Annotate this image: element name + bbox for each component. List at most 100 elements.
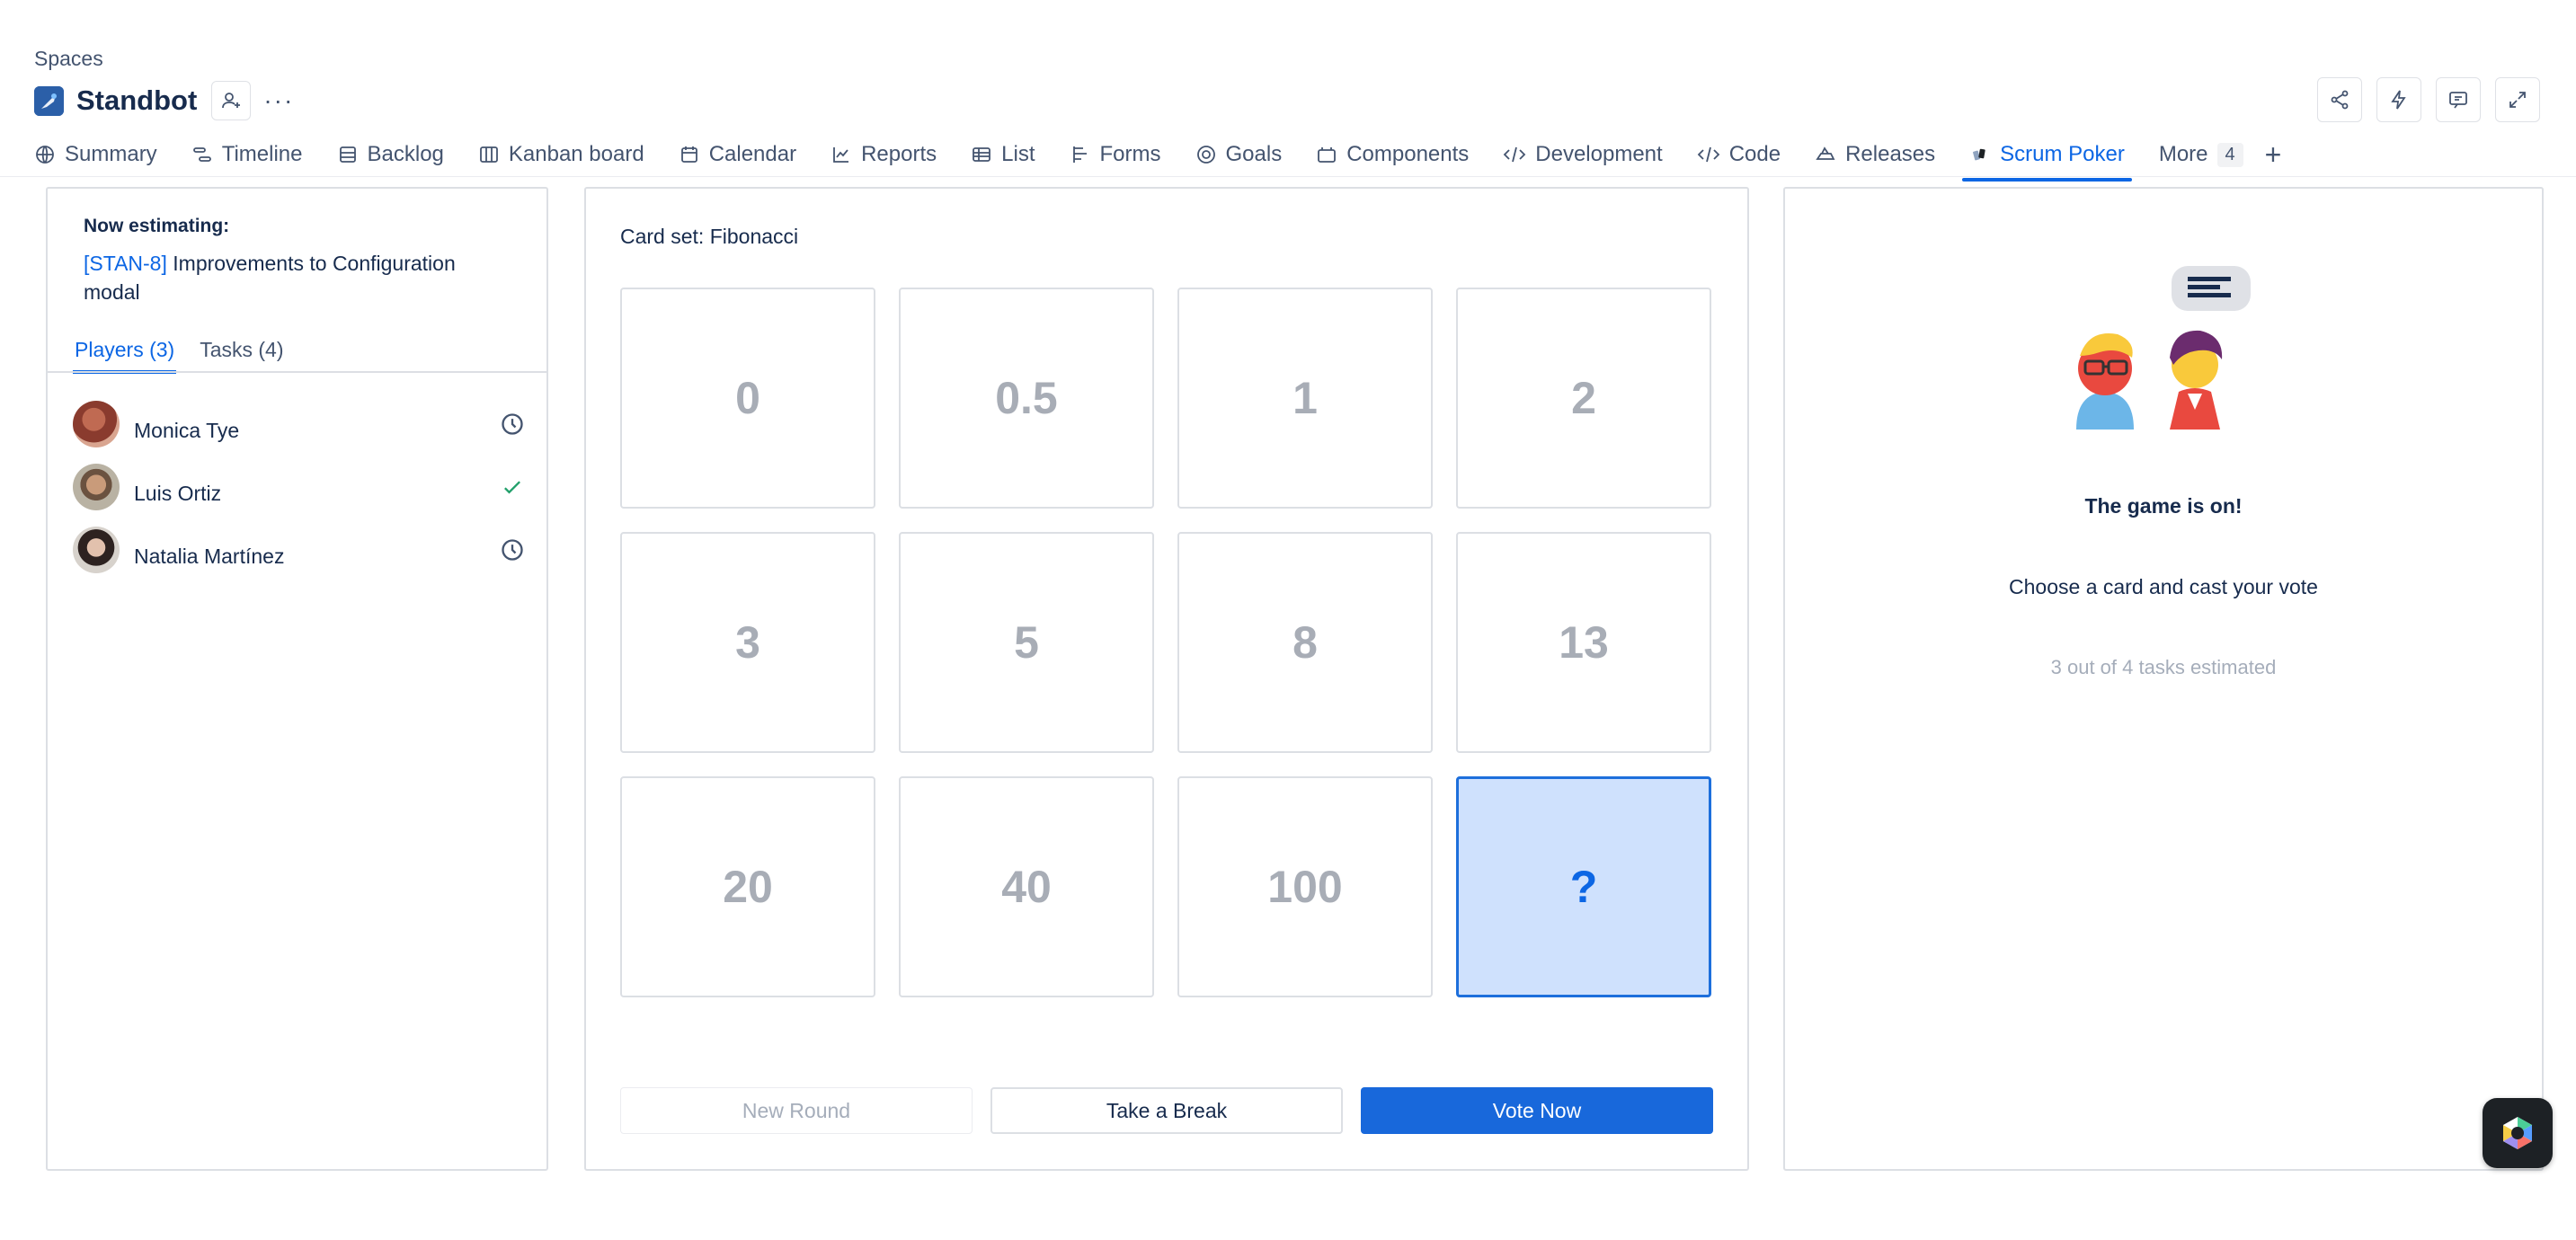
timeline-icon <box>192 147 211 162</box>
clock-icon <box>499 536 526 563</box>
tab-timeline[interactable]: Timeline <box>191 135 303 174</box>
tab-label: Development <box>1535 142 1663 166</box>
current-task: [STAN-8] Improvements to Configuration m… <box>84 249 506 306</box>
panel-tabs: Players (3) Tasks (4) <box>73 338 307 374</box>
card-set-label: Card set: Fibonacci <box>620 225 799 248</box>
player-row: Monica Tye <box>73 399 531 449</box>
tab-label: Kanban board <box>508 142 644 166</box>
estimation-progress-text: 3 out of 4 tasks estimated <box>2050 656 2277 678</box>
player-row: Luis Ortiz <box>73 462 531 512</box>
forms-icon <box>1072 146 1087 163</box>
code-icon <box>1504 146 1526 163</box>
tab-more[interactable]: More 4 <box>2159 135 2243 174</box>
vote-card[interactable]: 0.5 <box>899 288 1154 509</box>
check-icon <box>499 474 526 500</box>
code-icon <box>1697 146 1719 163</box>
tab-forms[interactable]: Forms <box>1070 135 1161 174</box>
tabs-divider <box>0 176 2576 177</box>
globe-icon <box>36 146 54 164</box>
vote-now-button[interactable]: Vote Now <box>1361 1087 1713 1134</box>
tab-label: Releases <box>1845 142 1936 166</box>
space-nav-tabs: Summary Timeline Backlog Kanban board Ca… <box>34 135 2315 182</box>
tab-label: Forms <box>1099 142 1161 166</box>
space-title: Standbot <box>76 84 198 116</box>
fullscreen-icon[interactable] <box>2495 77 2540 122</box>
panel-tabs-divider <box>48 371 546 373</box>
tab-label: List <box>1001 142 1035 166</box>
tab-code[interactable]: Code <box>1697 135 1781 174</box>
avatar <box>73 401 120 447</box>
breadcrumb[interactable]: Spaces <box>34 47 103 71</box>
vote-card[interactable]: 8 <box>1177 532 1433 753</box>
space-avatar-icon[interactable] <box>34 85 64 116</box>
tab-label: Code <box>1728 142 1781 166</box>
game-status-subtitle: Choose a card and cast your vote <box>2009 575 2318 598</box>
share-icon[interactable] <box>2317 77 2362 122</box>
player-row: Natalia Martínez <box>73 525 531 575</box>
clock-icon <box>499 411 526 438</box>
tab-label: Timeline <box>221 142 303 166</box>
player-name: Monica Tye <box>134 418 240 442</box>
vote-card[interactable]: 5 <box>899 532 1154 753</box>
calendar-icon <box>680 146 697 163</box>
feedback-icon[interactable] <box>2436 77 2481 122</box>
vote-card[interactable]: 2 <box>1456 288 1711 509</box>
vote-card[interactable]: 1 <box>1177 288 1433 509</box>
ship-icon <box>1816 146 1835 160</box>
tab-label: Calendar <box>708 142 797 166</box>
tab-tasks[interactable]: Tasks (4) <box>200 338 283 371</box>
space-header: Standbot ··· <box>34 81 298 120</box>
players-panel: Now estimating: [STAN-8] Improvements to… <box>46 187 548 1171</box>
new-round-button[interactable]: New Round <box>620 1087 973 1134</box>
take-a-break-button[interactable]: Take a Break <box>990 1087 1343 1134</box>
vote-card[interactable]: 20 <box>620 776 875 997</box>
tab-development[interactable]: Development <box>1503 135 1663 174</box>
tab-list[interactable]: List <box>971 135 1035 174</box>
vote-card[interactable]: 3 <box>620 532 875 753</box>
more-count-badge: 4 <box>2216 142 2243 167</box>
avatar <box>73 527 120 573</box>
tab-summary[interactable]: Summary <box>34 135 157 174</box>
automation-lightning-icon[interactable] <box>2376 77 2421 122</box>
tab-kanban-board[interactable]: Kanban board <box>478 135 644 174</box>
tab-goals[interactable]: Goals <box>1195 135 1283 174</box>
player-name: Natalia Martínez <box>134 544 285 568</box>
tab-label: Reports <box>861 142 937 166</box>
tab-label: Components <box>1346 142 1470 166</box>
cards-panel: Card set: Fibonacci 0 0.5 1 2 3 5 8 13 2… <box>584 187 1749 1171</box>
floating-assistant-icon[interactable] <box>2483 1098 2553 1168</box>
add-tab-plus-icon[interactable]: + <box>2265 135 2282 174</box>
tab-releases[interactable]: Releases <box>1815 135 1935 174</box>
chart-icon <box>833 147 849 163</box>
board-icon <box>479 146 498 163</box>
players-illustration <box>2076 266 2251 430</box>
tab-label: Goals <box>1225 142 1283 166</box>
tab-calendar[interactable]: Calendar <box>679 135 796 174</box>
tab-label: Summary <box>65 142 157 166</box>
vote-card[interactable]: 0 <box>620 288 875 509</box>
game-status-title: The game is on! <box>2084 494 2243 518</box>
vote-card[interactable]: 40 <box>899 776 1154 997</box>
tab-label: More <box>2158 142 2208 166</box>
tab-reports[interactable]: Reports <box>831 135 937 174</box>
vote-card[interactable]: 13 <box>1456 532 1711 753</box>
tab-scrum-poker[interactable]: Scrum Poker <box>1962 135 2132 182</box>
add-people-icon[interactable] <box>211 81 252 120</box>
game-status-panel: The game is on! Choose a card and cast y… <box>1783 187 2544 1171</box>
list-icon <box>973 147 991 162</box>
task-key-link[interactable]: [STAN-8] <box>84 252 167 275</box>
tab-players[interactable]: Players (3) <box>73 338 177 374</box>
component-icon <box>1318 147 1337 163</box>
tab-components[interactable]: Components <box>1316 135 1469 174</box>
vote-card-selected[interactable]: ? <box>1456 776 1711 997</box>
more-actions-icon[interactable]: ··· <box>260 82 298 120</box>
avatar <box>73 464 120 510</box>
header-actions <box>2317 77 2540 122</box>
backlog-icon <box>339 146 356 163</box>
now-estimating-label: Now estimating: <box>84 216 230 236</box>
tab-label: Scrum Poker <box>2000 142 2125 166</box>
player-name: Luis Ortiz <box>134 481 222 505</box>
target-icon <box>1196 146 1215 164</box>
tab-backlog[interactable]: Backlog <box>337 135 444 174</box>
vote-card[interactable]: 100 <box>1177 776 1433 997</box>
